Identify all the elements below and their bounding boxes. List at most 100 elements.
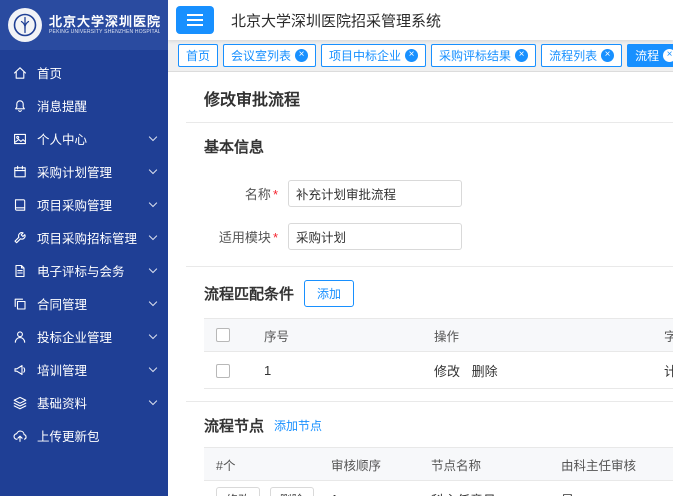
- sidebar-item-label: 个人中心: [37, 129, 87, 148]
- sidebar-item-contract[interactable]: 合同管理: [0, 287, 168, 320]
- tab-meeting-room-list[interactable]: 会议室列表: [223, 44, 316, 67]
- match-conditions-table: 序号 操作 字 1 修改 删除 计: [204, 318, 673, 389]
- name-input[interactable]: [288, 180, 462, 207]
- sidebar-item-label: 采购计划管理: [37, 162, 112, 181]
- logo-text: 北京大学深圳医院 PEKING UNIVERSITY SHENZHEN HOSP…: [49, 15, 160, 36]
- sidebar-item-personal-center[interactable]: 个人中心: [0, 122, 168, 155]
- copy-icon: [12, 296, 28, 311]
- sidebar-item-project-bidding[interactable]: 项目采购招标管理: [0, 221, 168, 254]
- sidebar-item-bidder-management[interactable]: 投标企业管理: [0, 320, 168, 353]
- chevron-down-icon: [149, 363, 157, 371]
- tab-label: 流程列表: [549, 47, 597, 64]
- sidebar-toggle-button[interactable]: [176, 6, 214, 34]
- tab-label: 流程: [635, 47, 659, 64]
- delete-button[interactable]: 删除: [270, 487, 314, 496]
- chevron-down-icon: [149, 132, 157, 140]
- tab-process[interactable]: 流程: [627, 44, 673, 67]
- sidebar-item-label: 合同管理: [37, 294, 87, 313]
- sidebar-item-training[interactable]: 培训管理: [0, 353, 168, 386]
- column-header-order: 审核顺序: [319, 448, 419, 481]
- sidebar-item-upload-package[interactable]: 上传更新包: [0, 419, 168, 452]
- tab-evaluation-result[interactable]: 采购评标结果: [431, 44, 536, 67]
- sidebar-item-label: 投标企业管理: [37, 327, 112, 346]
- clipped-cell: 计: [652, 352, 673, 389]
- flow-nodes-table: #个 审核顺序 节点名称 由科主任审核 修改 删除 1 科主任意见 是: [204, 447, 673, 496]
- wrench-icon: [12, 230, 28, 245]
- column-header-node-name: 节点名称: [419, 448, 549, 481]
- flow-nodes-heading: 流程节点: [204, 415, 264, 436]
- delete-link[interactable]: 删除: [472, 364, 498, 379]
- layers-icon: [12, 395, 28, 410]
- column-header-operation: 操作: [422, 319, 652, 352]
- sidebar-item-e-evaluation[interactable]: 电子评标与会务: [0, 254, 168, 287]
- name-field-row: 名称: [186, 180, 673, 207]
- column-header-clipped: 字: [652, 319, 673, 352]
- sidebar-item-project-procurement[interactable]: 项目采购管理: [0, 188, 168, 221]
- column-header-actions: #个: [204, 448, 319, 481]
- calendar-icon: [12, 164, 28, 179]
- row-checkbox[interactable]: [216, 364, 230, 378]
- tab-label: 会议室列表: [231, 47, 291, 64]
- table-header-row: #个 审核顺序 节点名称 由科主任审核: [204, 448, 673, 481]
- sidebar: 北京大学深圳医院 PEKING UNIVERSITY SHENZHEN HOSP…: [0, 0, 168, 496]
- module-field-row: 适用模块: [186, 223, 673, 250]
- modify-link[interactable]: 修改: [434, 364, 460, 379]
- match-conditions-heading: 流程匹配条件: [204, 283, 294, 304]
- close-icon[interactable]: [601, 49, 614, 62]
- sidebar-item-label: 上传更新包: [37, 426, 100, 445]
- open-tabs-bar: 首页 会议室列表 项目中标企业 采购评标结果 流程列表 流程: [168, 40, 673, 72]
- sidebar-item-label: 消息提醒: [37, 96, 87, 115]
- main-content: 修改审批流程 基本信息 名称 适用模块 流程匹配条件 添加 序号 操作 字: [168, 72, 673, 496]
- seq-cell: 1: [252, 352, 422, 389]
- user-photo-icon: [12, 131, 28, 146]
- select-all-checkbox[interactable]: [216, 328, 230, 342]
- bell-icon: [12, 98, 28, 113]
- sidebar-item-basic-data[interactable]: 基础资料: [0, 386, 168, 419]
- module-input[interactable]: [288, 223, 462, 250]
- sidebar-item-label: 培训管理: [37, 360, 87, 379]
- dept-head-cell: 是: [549, 481, 673, 496]
- close-icon[interactable]: [515, 49, 528, 62]
- sidebar-item-label: 基础资料: [37, 393, 87, 412]
- close-icon[interactable]: [295, 49, 308, 62]
- sidebar-item-home[interactable]: 首页: [0, 56, 168, 89]
- sidebar-item-messages[interactable]: 消息提醒: [0, 89, 168, 122]
- hospital-logo: 北京大学深圳医院 PEKING UNIVERSITY SHENZHEN HOSP…: [0, 0, 168, 50]
- flow-nodes-section-header: 流程节点 添加节点: [186, 402, 673, 447]
- order-cell: 1: [319, 481, 419, 496]
- close-icon[interactable]: [405, 49, 418, 62]
- chevron-down-icon: [149, 165, 157, 173]
- module-field-label: 适用模块: [186, 227, 278, 246]
- name-field-label: 名称: [186, 184, 278, 203]
- modify-button[interactable]: 修改: [216, 487, 260, 496]
- home-icon: [12, 65, 28, 80]
- hospital-emblem-icon: [8, 8, 42, 42]
- app-title: 北京大学深圳医院招采管理系统: [231, 10, 441, 31]
- tab-home[interactable]: 首页: [178, 44, 218, 67]
- close-icon[interactable]: [663, 49, 673, 62]
- person-icon: [12, 329, 28, 344]
- page-title: 修改审批流程: [186, 72, 673, 122]
- tab-project-winning-bidder[interactable]: 项目中标企业: [321, 44, 426, 67]
- book-icon: [12, 197, 28, 212]
- add-node-link[interactable]: 添加节点: [274, 417, 322, 434]
- tab-label: 采购评标结果: [439, 47, 511, 64]
- basic-info-heading: 基本信息: [204, 136, 264, 157]
- tab-process-list[interactable]: 流程列表: [541, 44, 622, 67]
- cloud-upload-icon: [12, 428, 28, 443]
- logo-title: 北京大学深圳医院: [49, 15, 160, 30]
- chevron-down-icon: [149, 297, 157, 305]
- chevron-down-icon: [149, 396, 157, 404]
- chevron-down-icon: [149, 330, 157, 338]
- sidebar-item-procurement-plan[interactable]: 采购计划管理: [0, 155, 168, 188]
- top-header: 北京大学深圳医院招采管理系统: [168, 0, 673, 40]
- add-condition-button[interactable]: 添加: [304, 280, 354, 307]
- node-name-cell: 科主任意见: [419, 481, 549, 496]
- table-row: 1 修改 删除 计: [204, 352, 673, 389]
- sidebar-menu: 首页 消息提醒 个人中心 采购计划管理 项目采购管理 项目采购招标管理: [0, 50, 168, 452]
- column-header-seq: 序号: [252, 319, 422, 352]
- table-row: 修改 删除 1 科主任意见 是: [204, 481, 673, 496]
- column-header-dept-head: 由科主任审核: [549, 448, 673, 481]
- sidebar-item-label: 电子评标与会务: [37, 261, 125, 280]
- megaphone-icon: [12, 362, 28, 377]
